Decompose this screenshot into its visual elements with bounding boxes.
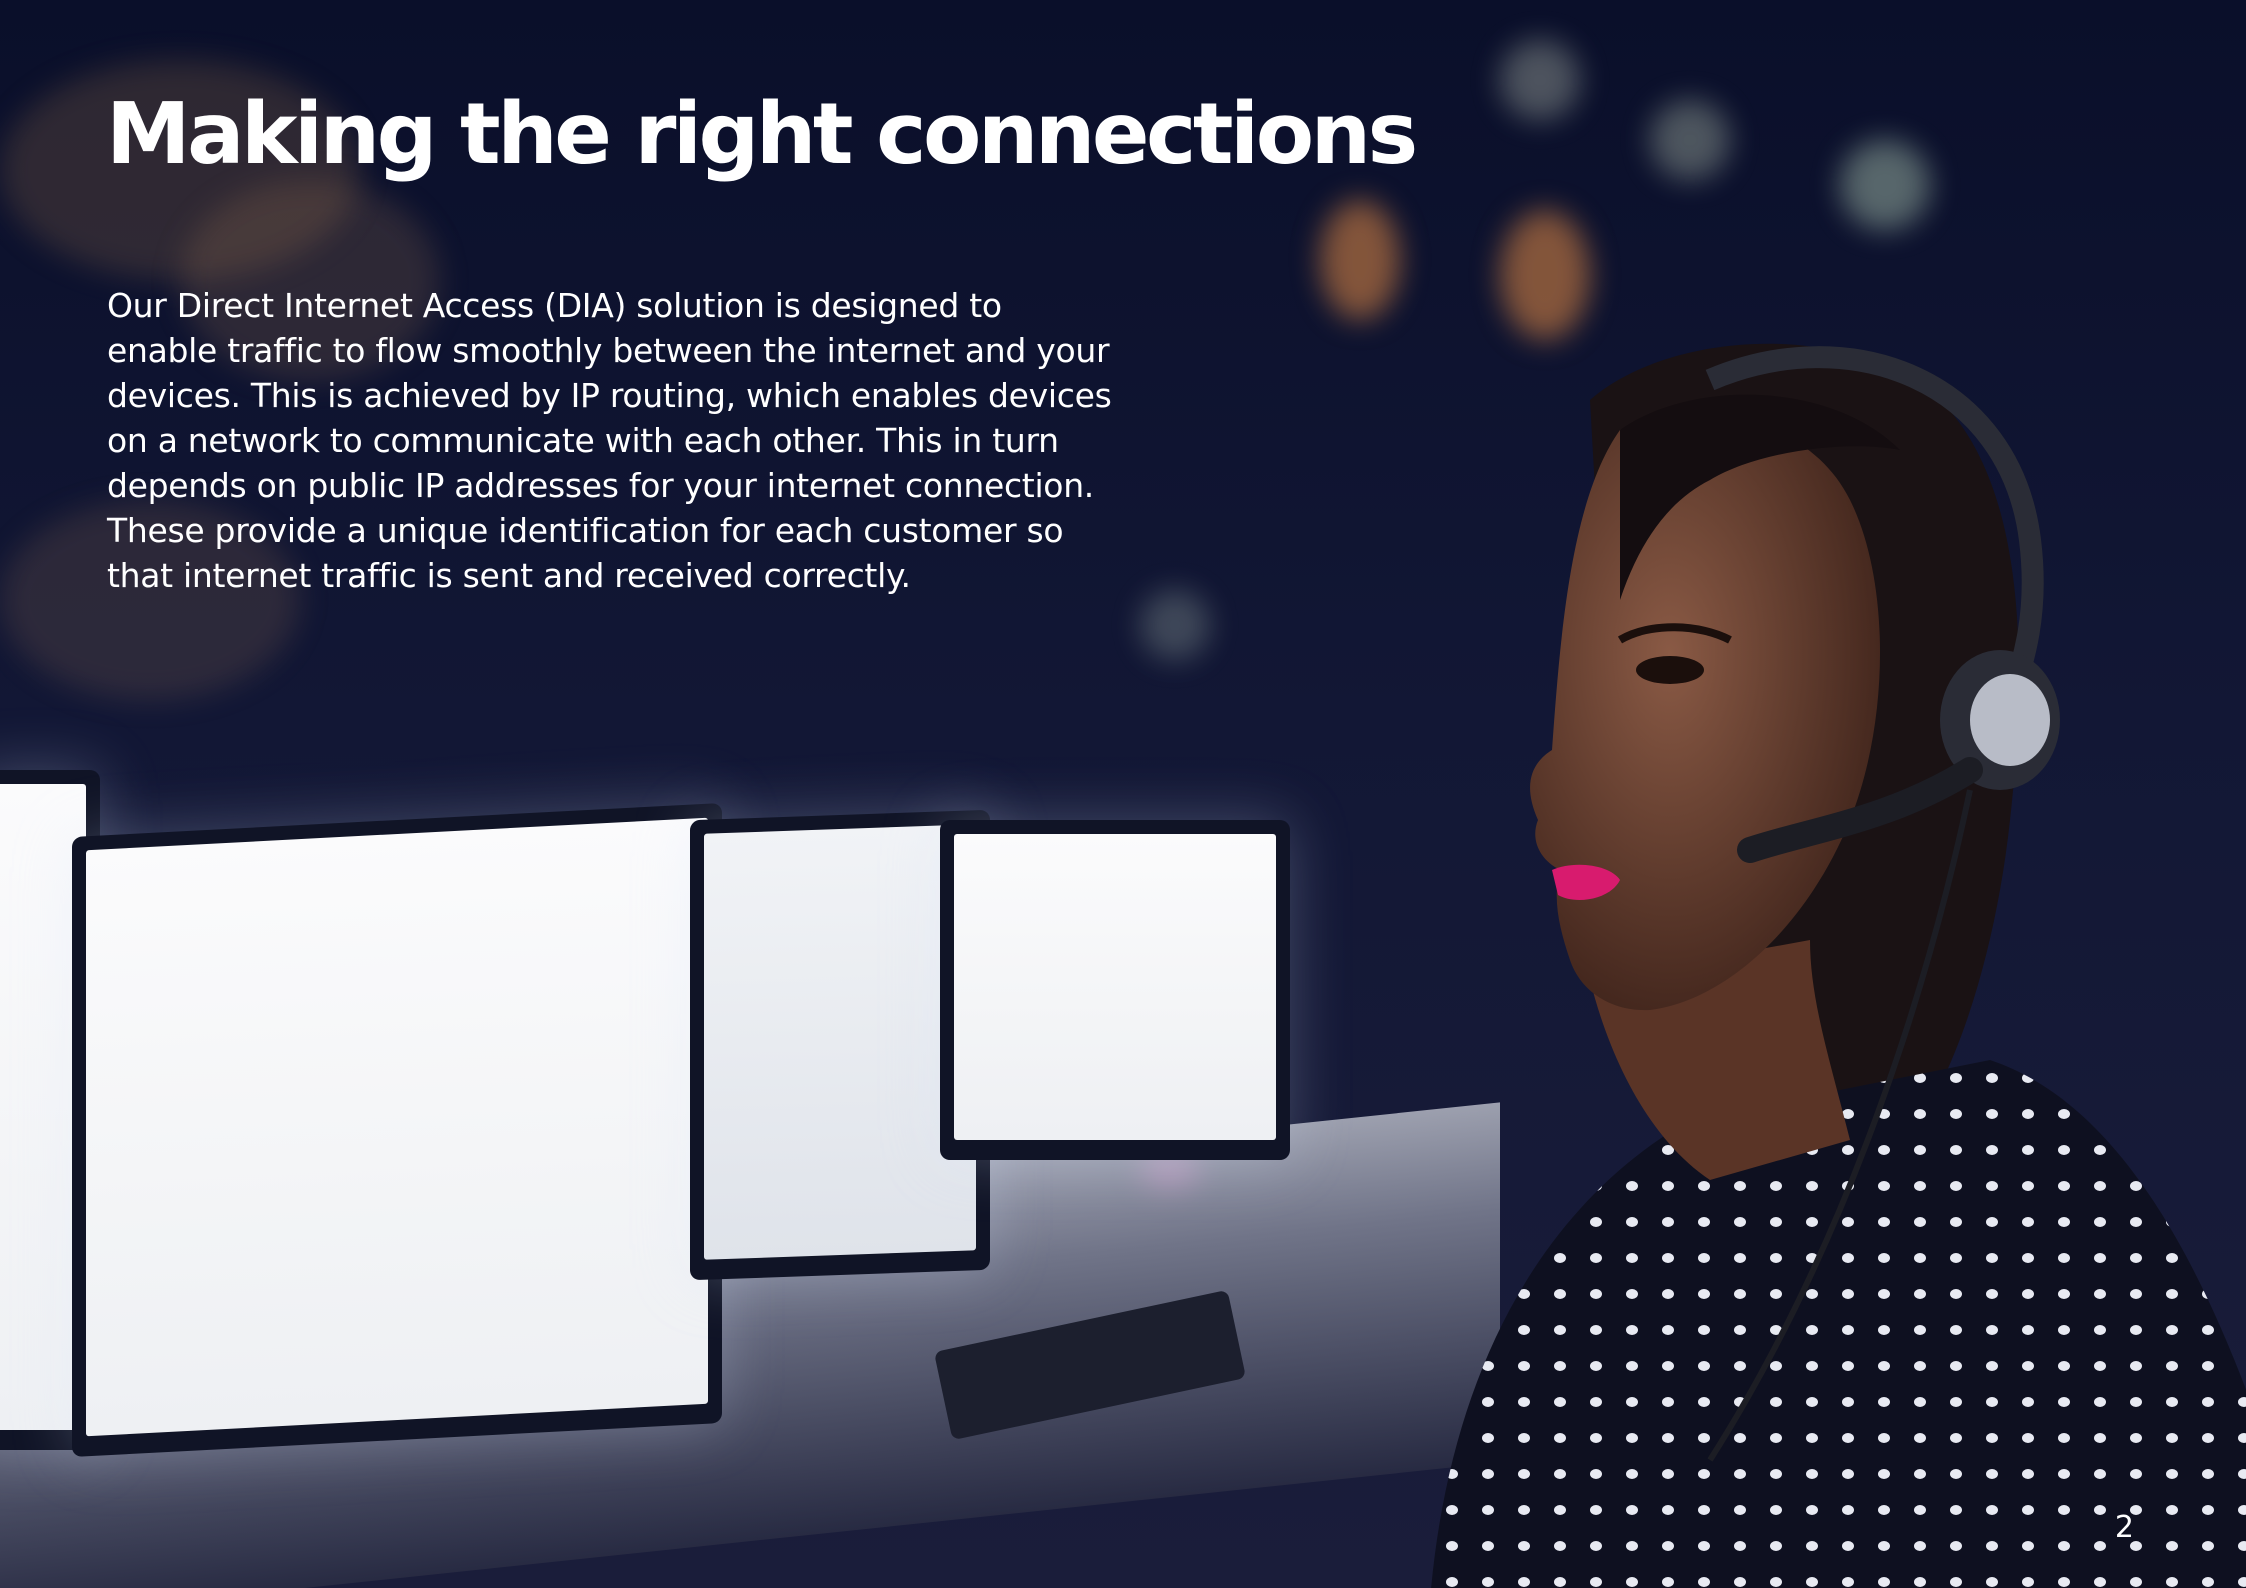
bokeh-light (1840, 140, 1930, 230)
bokeh-light (1320, 200, 1400, 320)
page-title: Making the right connections (106, 85, 1418, 184)
bokeh-light (1140, 590, 1210, 660)
person-with-headset (1431, 343, 2246, 1588)
monitor-screen (954, 834, 1276, 1140)
monitor (940, 820, 1290, 1160)
page-number: 2 (2114, 1510, 2134, 1545)
monitor-screen (704, 824, 976, 1260)
monitor (72, 802, 722, 1458)
monitor-screen (86, 817, 708, 1437)
brochure-page: Making the right connections Our Direct … (0, 0, 2246, 1588)
bokeh-light (1500, 210, 1590, 340)
bokeh-light (1500, 40, 1580, 120)
intro-paragraph: Our Direct Internet Access (DIA) solutio… (107, 286, 1112, 595)
bokeh-light (1650, 100, 1730, 180)
